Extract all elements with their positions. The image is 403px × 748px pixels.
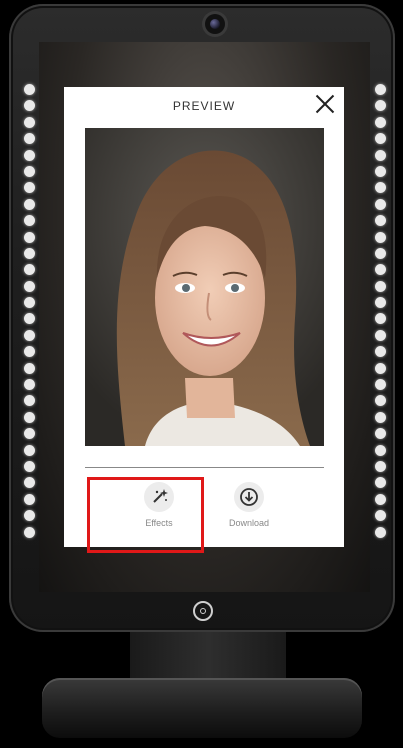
preview-card: PREVIEW Effects Download xyxy=(64,87,344,547)
portrait-image xyxy=(85,128,324,446)
preview-photo xyxy=(85,128,324,446)
effects-button[interactable]: Effects xyxy=(114,482,204,528)
effects-label: Effects xyxy=(145,518,173,528)
home-button-icon[interactable] xyxy=(193,601,213,621)
preview-title: PREVIEW xyxy=(172,99,236,113)
download-circle-icon xyxy=(234,482,264,512)
camera-icon xyxy=(205,14,225,34)
divider xyxy=(85,467,324,468)
close-icon[interactable] xyxy=(314,93,336,115)
led-strip-right xyxy=(375,84,387,543)
download-label: Download xyxy=(228,518,270,528)
download-button[interactable]: Download xyxy=(204,482,294,528)
led-strip-left xyxy=(24,84,36,543)
kiosk-stand-base xyxy=(42,678,362,738)
sparkle-wand-icon xyxy=(144,482,174,512)
